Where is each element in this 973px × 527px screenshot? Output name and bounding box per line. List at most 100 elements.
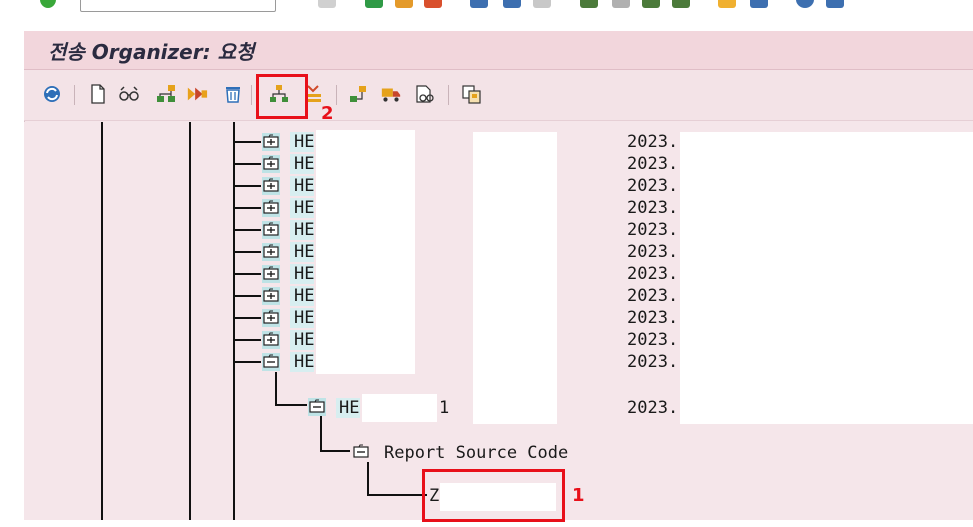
redacted-area bbox=[316, 350, 415, 374]
request-date: 2023. bbox=[627, 176, 679, 196]
tree-line bbox=[233, 273, 261, 275]
request-date: 2023. bbox=[627, 198, 679, 218]
request-date: 2023. bbox=[627, 264, 679, 284]
tree-line bbox=[367, 494, 427, 496]
object-folder-label[interactable]: Report Source Code bbox=[384, 443, 568, 463]
transport-release-icon[interactable] bbox=[186, 83, 208, 105]
toolbar-separator bbox=[74, 85, 75, 105]
request-prefix[interactable]: HE bbox=[294, 176, 314, 196]
new-document-icon[interactable] bbox=[87, 83, 109, 105]
copy-icon[interactable] bbox=[461, 83, 483, 105]
expand-folder-icon[interactable] bbox=[262, 221, 280, 239]
request-date: 2023. bbox=[627, 352, 679, 372]
help-icon[interactable] bbox=[796, 0, 814, 8]
tree-line bbox=[233, 317, 261, 319]
expand-folder-icon[interactable] bbox=[262, 155, 280, 173]
redacted-area bbox=[316, 196, 415, 220]
back-icon[interactable] bbox=[365, 0, 383, 8]
tree-line bbox=[233, 185, 261, 187]
tree-line bbox=[233, 361, 261, 363]
subtask-folder-icon[interactable] bbox=[308, 398, 326, 416]
tree-line bbox=[275, 404, 307, 406]
request-prefix[interactable]: HE bbox=[294, 286, 314, 306]
find-next-icon[interactable] bbox=[533, 0, 551, 8]
new-session-icon[interactable] bbox=[718, 0, 736, 8]
enter-icon[interactable] bbox=[40, 0, 56, 8]
redacted-area bbox=[316, 130, 415, 154]
toolbar-separator bbox=[336, 85, 337, 105]
toolbar-separator bbox=[448, 85, 449, 105]
glasses-icon[interactable] bbox=[118, 83, 140, 105]
tree-line bbox=[233, 251, 261, 253]
display-icon[interactable] bbox=[414, 83, 436, 105]
toolbar-separator bbox=[251, 85, 252, 105]
redacted-area bbox=[316, 218, 415, 242]
refresh-icon[interactable] bbox=[41, 83, 63, 105]
find-icon[interactable] bbox=[503, 0, 521, 8]
next-page-icon[interactable] bbox=[642, 0, 660, 8]
delete-icon[interactable] bbox=[222, 83, 244, 105]
page-title: 전송 Organizer: 요청 bbox=[48, 40, 255, 64]
annotation-box-1 bbox=[422, 469, 565, 522]
request-date: 2023. bbox=[627, 220, 679, 240]
tree-line bbox=[101, 122, 103, 520]
expand-folder-icon[interactable] bbox=[262, 287, 280, 305]
redacted-area bbox=[682, 390, 973, 424]
tree-line bbox=[233, 229, 261, 231]
request-prefix[interactable]: HE bbox=[294, 264, 314, 284]
truck-icon[interactable] bbox=[380, 83, 402, 105]
expand-folder-icon[interactable] bbox=[262, 133, 280, 151]
redacted-area bbox=[473, 132, 557, 424]
request-date: 2023. bbox=[627, 242, 679, 262]
request-prefix[interactable]: HE bbox=[294, 242, 314, 262]
object-folder-icon[interactable] bbox=[352, 443, 370, 461]
tree-line bbox=[275, 372, 277, 406]
redacted-area bbox=[362, 394, 437, 422]
shortcut-icon[interactable] bbox=[750, 0, 768, 8]
request-prefix[interactable]: HE bbox=[294, 330, 314, 350]
object-list-icon[interactable] bbox=[347, 83, 369, 105]
tree-line bbox=[320, 416, 322, 452]
hierarchy-icon[interactable] bbox=[155, 83, 177, 105]
request-prefix[interactable]: HE bbox=[294, 132, 314, 152]
exit-icon[interactable] bbox=[395, 0, 413, 8]
expand-folder-icon[interactable] bbox=[262, 331, 280, 349]
tree-line bbox=[233, 163, 261, 165]
expand-folder-icon[interactable] bbox=[262, 243, 280, 261]
redacted-area bbox=[316, 262, 415, 286]
tree-line bbox=[320, 450, 350, 452]
redacted-area bbox=[473, 390, 557, 424]
layout-icon[interactable] bbox=[826, 0, 844, 8]
redacted-area bbox=[316, 240, 415, 264]
expand-folder-icon[interactable] bbox=[262, 309, 280, 327]
request-prefix[interactable]: HE bbox=[294, 220, 314, 240]
first-page-icon[interactable] bbox=[580, 0, 598, 8]
tree-line bbox=[233, 207, 261, 209]
request-prefix[interactable]: HE bbox=[294, 154, 314, 174]
request-date: 2023. bbox=[627, 308, 679, 328]
print-icon[interactable] bbox=[470, 0, 488, 8]
save-icon[interactable] bbox=[318, 0, 336, 8]
last-page-icon[interactable] bbox=[672, 0, 690, 8]
collapse-folder-icon[interactable] bbox=[262, 353, 280, 371]
command-field[interactable] bbox=[80, 0, 276, 12]
expand-folder-icon[interactable] bbox=[262, 177, 280, 195]
redacted-area bbox=[316, 152, 415, 176]
cancel-icon[interactable] bbox=[424, 0, 442, 8]
tree-line bbox=[233, 295, 261, 297]
redacted-area bbox=[316, 284, 415, 308]
tree-line bbox=[189, 122, 191, 520]
request-prefix[interactable]: HE bbox=[294, 198, 314, 218]
redacted-area bbox=[316, 174, 415, 198]
subtask-date: 2023. bbox=[627, 398, 679, 418]
subtask-prefix[interactable]: HE bbox=[339, 398, 359, 418]
expand-folder-icon[interactable] bbox=[262, 199, 280, 217]
system-toolbar bbox=[0, 0, 973, 12]
tree-line bbox=[233, 141, 261, 143]
prev-page-icon[interactable] bbox=[612, 0, 630, 8]
expand-folder-icon[interactable] bbox=[262, 265, 280, 283]
redacted-area bbox=[316, 306, 415, 330]
annotation-label-2: 2 bbox=[321, 103, 334, 124]
request-prefix[interactable]: HE bbox=[294, 308, 314, 328]
request-prefix[interactable]: HE bbox=[294, 352, 314, 372]
